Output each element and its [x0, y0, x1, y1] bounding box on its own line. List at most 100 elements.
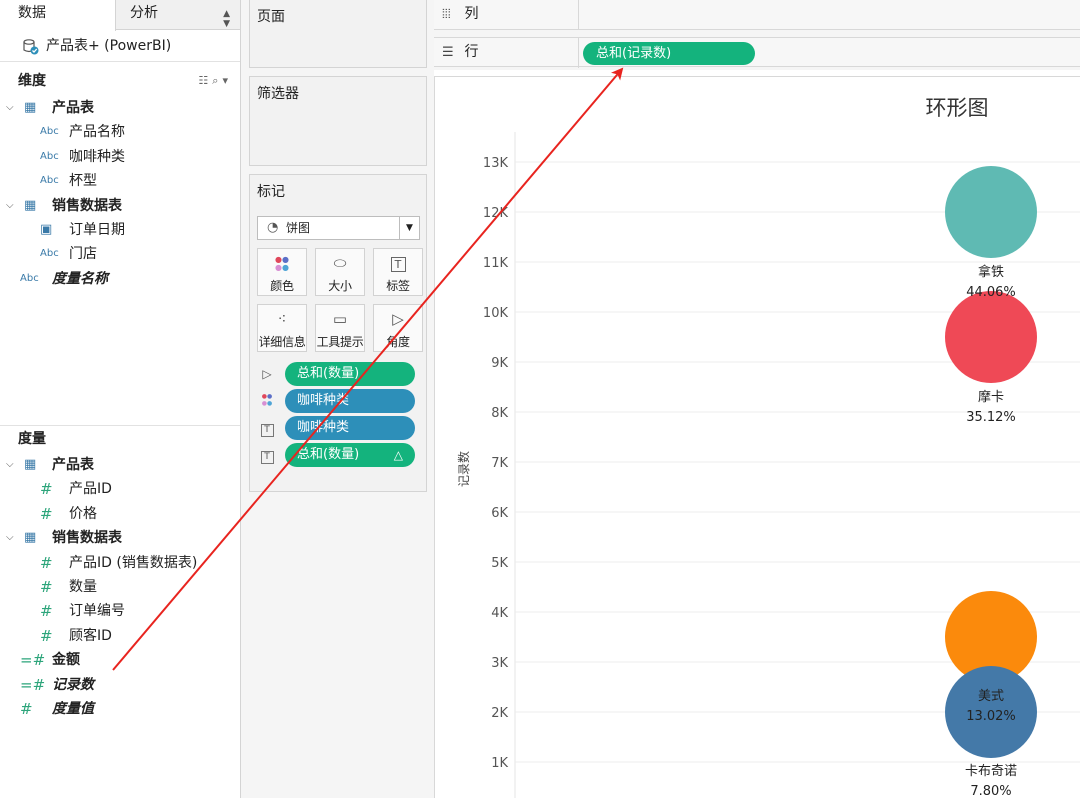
- rows-pill-record-count[interactable]: 总和(记录数): [583, 42, 755, 65]
- pie-mark-1[interactable]: [945, 291, 1037, 383]
- mark-button-angle[interactable]: ▷ 角度: [373, 304, 423, 352]
- pie-icon: ◔: [267, 220, 279, 235]
- table-icon: ▦: [24, 100, 37, 115]
- table-icon: ▦: [24, 197, 37, 213]
- angle-icon[interactable]: ▷: [259, 366, 275, 382]
- field-item[interactable]: ▣ 订单日期: [0, 218, 240, 242]
- rows-shelf[interactable]: ☰ 行 总和(记录数): [434, 37, 1080, 68]
- y-tick-label: 9K: [491, 356, 508, 371]
- field-item[interactable]: Abc 咖啡种类: [0, 145, 240, 169]
- mark-button-detail[interactable]: ⁖ 详细信息: [257, 304, 307, 352]
- tab-analysis[interactable]: 分析 ▲ ▼: [116, 0, 240, 30]
- string-field-icon: Abc: [40, 150, 59, 162]
- cards-column: 页面 筛选器 标记 ◔ 饼图 ▼ ●● ●● 颜色 ⬭ 大小 T 标签 ⁖ 详细信息 ▭ 工具提示 ▷…: [241, 0, 434, 798]
- field-label: 产品ID (销售数据表): [69, 554, 198, 571]
- field-item[interactable]: # 订单编号: [0, 599, 240, 623]
- search-icon[interactable]: ⌕: [212, 74, 222, 87]
- field-item[interactable]: # 顾客ID: [0, 624, 240, 648]
- datasource-item[interactable]: 产品表+ (PowerBI): [0, 30, 240, 62]
- field-label: 价格: [69, 505, 97, 522]
- chevron-down-icon[interactable]: ⌵: [6, 194, 14, 218]
- field-label: 产品ID: [69, 481, 112, 498]
- size-icon: ⬭: [333, 254, 347, 272]
- columns-label: 列: [464, 6, 479, 22]
- field-item[interactable]: # 数量: [0, 575, 240, 599]
- chevron-down-icon[interactable]: ⌵: [6, 453, 14, 477]
- color-icon: ●● ●●: [275, 255, 289, 272]
- chart-title: 环形图: [926, 96, 989, 120]
- filters-card[interactable]: 筛选器: [249, 76, 427, 166]
- mark-button-color[interactable]: ●● ●● 颜色: [257, 248, 307, 296]
- field-item[interactable]: # 价格: [0, 502, 240, 526]
- table-folder[interactable]: ⌵ ▦ 产品表: [0, 453, 240, 477]
- columns-shelf[interactable]: ⦙⦙⦙ 列: [434, 0, 1080, 30]
- tab-analysis-label: 分析: [130, 5, 158, 21]
- calculated-number-icon: =#: [20, 651, 46, 670]
- pages-card[interactable]: 页面: [249, 0, 427, 68]
- datasource-icon: [23, 39, 39, 55]
- data-label-name: 拿铁: [978, 264, 1004, 280]
- chevron-down-icon[interactable]: ⌵: [6, 96, 14, 120]
- number-field-icon: #: [40, 504, 53, 523]
- chevron-down-icon[interactable]: ⌵: [6, 526, 14, 550]
- mark-pill[interactable]: 咖啡种类: [285, 389, 415, 413]
- mark-pill-label: 总和(数量): [297, 366, 360, 381]
- tab-data[interactable]: 数据: [0, 0, 116, 31]
- viz-area: 环形图 1K 2K 3K 4K 5K 6K 7K 8K 9K 10K 11K 12K 13K 记录数 拿铁 44…: [434, 76, 1080, 798]
- field-label: 记录数: [52, 676, 94, 693]
- mark-pill[interactable]: 咖啡种类: [285, 416, 415, 440]
- field-label: 产品表: [52, 100, 94, 116]
- y-tick-label: 8K: [491, 406, 508, 421]
- field-label: 度量值: [52, 701, 94, 717]
- field-item[interactable]: # 度量值: [0, 697, 240, 721]
- table-folder[interactable]: ⌵ ▦ 销售数据表: [0, 526, 240, 550]
- mark-button-tooltip[interactable]: ▭ 工具提示: [315, 304, 365, 352]
- field-label: 金额: [52, 652, 80, 669]
- table-folder[interactable]: ⌵ ▦ 产品表: [0, 96, 240, 120]
- number-field-icon: #: [40, 602, 53, 621]
- field-item[interactable]: # 产品ID: [0, 477, 240, 501]
- mark-pill-row: ●● ●● 咖啡种类: [257, 389, 420, 413]
- field-label: 订单日期: [69, 222, 125, 238]
- data-label-name: 摩卡: [978, 389, 1004, 405]
- mark-button-size[interactable]: ⬭ 大小: [315, 248, 365, 296]
- rows-icon: ☰: [442, 45, 454, 60]
- field-item[interactable]: =# 记录数: [0, 673, 240, 697]
- data-label-pct: 44.06%: [966, 285, 1016, 300]
- measures-title: 度量: [18, 431, 46, 447]
- number-field-icon: #: [40, 553, 53, 572]
- menu-caret-icon[interactable]: ▾: [222, 74, 232, 87]
- label-icon[interactable]: T: [259, 447, 275, 464]
- mark-pill[interactable]: 总和(数量) △: [285, 443, 415, 467]
- field-item[interactable]: Abc 度量名称: [0, 267, 240, 291]
- field-item[interactable]: Abc 门店: [0, 242, 240, 266]
- marks-title: 标记: [257, 184, 285, 200]
- table-icon: ▦: [24, 457, 37, 472]
- y-tick-label: 3K: [491, 656, 508, 671]
- table-folder[interactable]: ⌵ ▦ 销售数据表: [0, 194, 240, 218]
- field-item[interactable]: Abc 杯型: [0, 169, 240, 193]
- color-icon[interactable]: ●● ●●: [259, 393, 275, 409]
- number-field-icon: #: [40, 578, 53, 596]
- field-label: 顾客ID: [69, 627, 112, 644]
- field-label: 销售数据表: [52, 197, 122, 214]
- label-icon: T: [374, 254, 422, 272]
- y-tick-label: 10K: [483, 306, 509, 321]
- mark-pill-label: 咖啡种类: [297, 393, 350, 408]
- field-item[interactable]: # 产品ID (销售数据表): [0, 551, 240, 575]
- pie-mark-0[interactable]: [945, 166, 1037, 258]
- field-item[interactable]: Abc 产品名称: [0, 120, 240, 144]
- list-view-icon[interactable]: ☷: [198, 74, 212, 87]
- mark-pill-label: 总和(数量): [297, 447, 360, 462]
- number-field-icon: #: [20, 700, 33, 718]
- field-label: 杯型: [69, 173, 97, 190]
- field-item[interactable]: =# 金额: [0, 648, 240, 672]
- field-label: 销售数据表: [52, 530, 122, 547]
- mark-button-label[interactable]: T 标签: [373, 248, 423, 296]
- label-icon[interactable]: T: [259, 420, 275, 437]
- data-label-name: 美式: [978, 689, 1004, 704]
- columns-shelf-label: ⦙⦙⦙ 列: [434, 0, 579, 30]
- mark-type-dropdown[interactable]: ◔ 饼图 ▼: [257, 216, 420, 240]
- data-label-pct: 7.80%: [970, 784, 1011, 798]
- mark-pill[interactable]: 总和(数量): [285, 362, 415, 386]
